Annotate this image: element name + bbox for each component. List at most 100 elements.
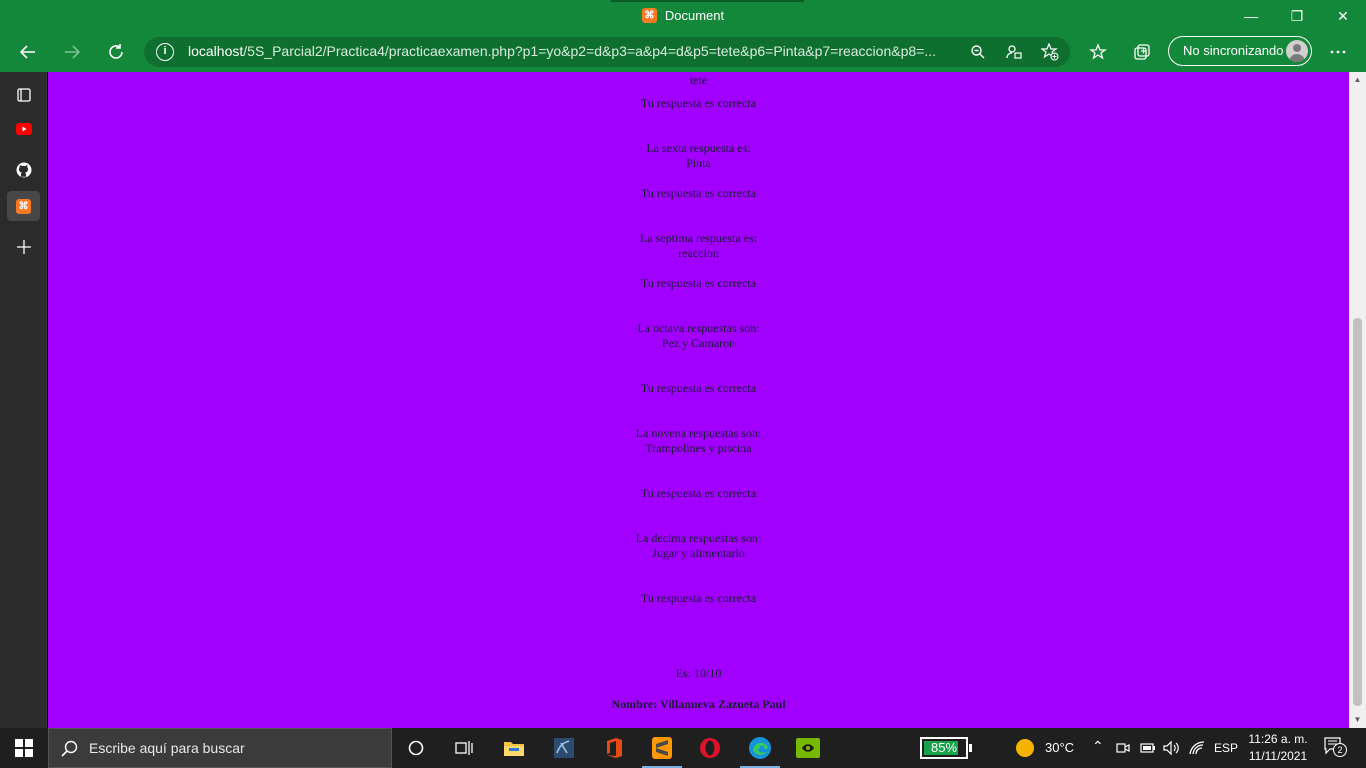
- search-icon: [61, 740, 78, 757]
- battery-percent: 85%: [930, 740, 958, 755]
- github-icon: [16, 162, 31, 178]
- sidebar-item-xampp[interactable]: ⌘: [7, 191, 40, 221]
- cortana-circle-icon: [408, 740, 424, 756]
- edge-button[interactable]: [736, 728, 784, 768]
- scroll-down-icon[interactable]: ▼: [1353, 715, 1362, 724]
- tracking-prevention-icon[interactable]: [1004, 42, 1024, 62]
- avatar: [1286, 40, 1308, 62]
- clock-time: 11:26 a. m.: [1248, 732, 1308, 746]
- url-host: localhost: [188, 43, 244, 59]
- answer-line: La sexta respuesta es:: [646, 141, 751, 155]
- add-favorite-icon[interactable]: [1040, 42, 1060, 62]
- answer-line: tete: [689, 73, 708, 87]
- clock-date: 11/11/2021: [1248, 749, 1308, 763]
- answer-line: Jugar y alimentarlo: [652, 546, 745, 560]
- answer-line: La octava respuestas son:: [637, 321, 760, 335]
- chevron-up-icon[interactable]: ⌃: [1092, 738, 1104, 755]
- sidebar-item-youtube[interactable]: [7, 114, 40, 144]
- nvidia-button[interactable]: [784, 728, 832, 768]
- sidebar-add-button[interactable]: [7, 232, 40, 262]
- answer-line: Tu respuesta es correcta: [640, 591, 757, 605]
- youtube-icon: [15, 123, 32, 135]
- opera-icon: [700, 738, 720, 758]
- notification-count: 2: [1333, 743, 1347, 757]
- battery-terminal: [969, 744, 972, 752]
- answer-line: Tu respuesta es correcta: [640, 486, 757, 500]
- answer-line: reaccion: [678, 246, 719, 260]
- wifi-icon[interactable]: [1188, 740, 1206, 756]
- notification-center-button[interactable]: 2: [1324, 737, 1347, 757]
- answer-line: Pinta: [686, 156, 711, 170]
- page-scrollbar[interactable]: ▲ ▼: [1349, 72, 1366, 728]
- address-bar[interactable]: i localhost/5S_Parcial2/Practica4/practi…: [144, 37, 1070, 67]
- back-button[interactable]: [10, 32, 46, 72]
- favorites-button[interactable]: [1080, 32, 1116, 72]
- cortana-button[interactable]: [392, 728, 440, 768]
- forward-arrow-icon: [65, 45, 81, 59]
- sublime-text-icon: [652, 737, 672, 759]
- sidebar-item-github[interactable]: [7, 155, 40, 185]
- forward-button[interactable]: [54, 32, 90, 72]
- student-name: Nombre: Villanueva Zazueta Paul: [611, 697, 786, 711]
- sublime-text-button[interactable]: [638, 728, 686, 768]
- more-dots-icon: [1330, 50, 1346, 54]
- language-indicator[interactable]: ESP: [1214, 741, 1238, 755]
- refresh-icon: [109, 44, 123, 59]
- answer-line: Tu respuesta es correcta: [640, 96, 757, 110]
- mysql-workbench-icon: [554, 738, 574, 758]
- sidebar-item-tabs[interactable]: [7, 80, 40, 110]
- answer-line: Tu respuesta es correcta: [640, 276, 757, 290]
- scroll-up-icon[interactable]: ▲: [1353, 75, 1362, 84]
- profile-sync-button[interactable]: No sincronizando: [1168, 36, 1312, 66]
- temperature-text[interactable]: 30°C: [1045, 740, 1074, 755]
- answer-line: Tu respuesta es correcta: [640, 186, 757, 200]
- battery-tray-icon[interactable]: [1140, 741, 1156, 755]
- task-view-icon: [455, 741, 473, 755]
- folder-icon: [504, 742, 524, 756]
- zoom-icon[interactable]: [968, 42, 988, 62]
- windows-logo-icon: [15, 739, 33, 757]
- answer-line: Tu respuesta es correcta: [640, 381, 757, 395]
- search-placeholder: Escribe aquí para buscar: [89, 740, 245, 756]
- xampp-icon: ⌘: [641, 8, 657, 23]
- restore-button[interactable]: ❐: [1274, 0, 1320, 32]
- answer-line: La septima respuesta es:: [640, 231, 757, 245]
- minimize-button[interactable]: —: [1228, 0, 1274, 32]
- vertical-sidebar: ⌘: [0, 72, 47, 728]
- title-bar: ⌘ Document — ❐ ✕: [0, 0, 1366, 32]
- collections-icon: [1134, 44, 1150, 60]
- tabs-icon: [16, 88, 31, 102]
- site-info-icon[interactable]: i: [156, 43, 174, 61]
- answer-line: Trampolines y piscina: [645, 441, 752, 455]
- mysql-workbench-button[interactable]: [540, 728, 588, 768]
- office-button[interactable]: [590, 728, 638, 768]
- score-text: Es: 10/10: [675, 666, 722, 680]
- start-button[interactable]: [0, 728, 48, 768]
- add-icon: [16, 240, 31, 254]
- nvidia-icon: [796, 738, 820, 758]
- xampp-icon: ⌘: [16, 198, 31, 214]
- clock[interactable]: 11:26 a. m. 11/11/2021: [1240, 731, 1316, 765]
- window-title: ⌘ Document: [0, 8, 1366, 23]
- taskbar-search[interactable]: Escribe aquí para buscar: [48, 728, 392, 768]
- answer-line: Pez y Camaron: [661, 336, 736, 350]
- task-view-button[interactable]: [440, 728, 488, 768]
- battery-indicator[interactable]: 85%: [920, 737, 972, 759]
- favorites-icon: [1089, 43, 1107, 60]
- windows-taskbar: Escribe aquí para buscar 85% 30°C ⌃ ESP …: [0, 728, 1366, 768]
- weather-sun-icon[interactable]: [1016, 739, 1034, 757]
- meet-now-icon[interactable]: [1116, 740, 1130, 756]
- settings-more-button[interactable]: [1320, 32, 1356, 72]
- browser-toolbar: i localhost/5S_Parcial2/Practica4/practi…: [0, 32, 1366, 72]
- profile-sync-label: No sincronizando: [1183, 43, 1284, 58]
- answer-line: La novena respuestas son:: [635, 426, 762, 440]
- url-text[interactable]: localhost/5S_Parcial2/Practica4/practica…: [188, 43, 968, 59]
- volume-icon[interactable]: [1162, 740, 1180, 756]
- close-button[interactable]: ✕: [1320, 0, 1366, 32]
- office-icon: [607, 738, 622, 758]
- scrollbar-thumb[interactable]: [1353, 318, 1362, 706]
- file-explorer-button[interactable]: [490, 728, 538, 768]
- opera-button[interactable]: [686, 728, 734, 768]
- collections-button[interactable]: [1124, 32, 1160, 72]
- refresh-button[interactable]: [98, 32, 134, 72]
